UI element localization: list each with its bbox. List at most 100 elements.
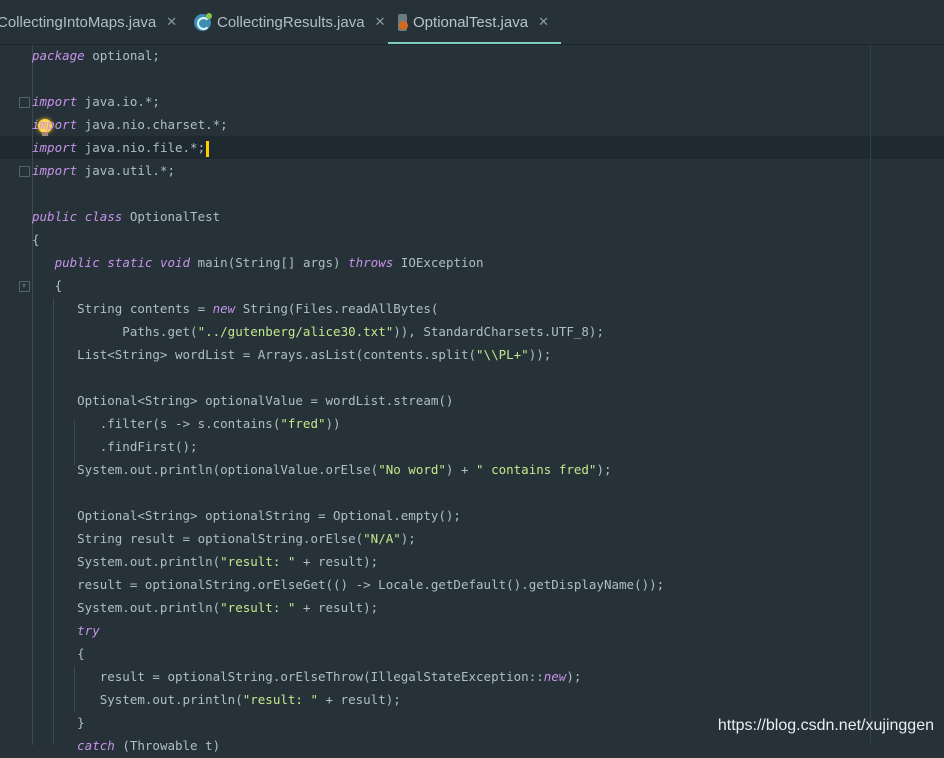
code-string: "result: "	[220, 554, 296, 569]
code-token: + result);	[317, 692, 401, 707]
code-token: java.nio.file.*;	[77, 140, 206, 155]
code-line[interactable]	[32, 182, 932, 205]
code-line[interactable]: System.out.println("result: " + result);	[32, 596, 932, 619]
code-line[interactable]: String contents = new String(Files.readA…	[32, 297, 932, 320]
code-line[interactable]: System.out.println("result: " + result);	[32, 550, 932, 573]
code-token: ) +	[445, 462, 477, 477]
code-string: "\\PL+"	[476, 347, 529, 362]
code-line[interactable]: Optional<String> optionalValue = wordLis…	[32, 389, 932, 412]
code-token: List<String> wordList = Arrays.asList(co…	[32, 347, 477, 362]
code-line[interactable]	[32, 366, 932, 389]
code-editor[interactable]: package optional; import java.io.*; import…	[0, 45, 944, 753]
code-token: );	[400, 531, 416, 546]
code-token: {	[32, 278, 63, 293]
code-line[interactable]: {	[32, 228, 932, 251]
code-line[interactable]: System.out.println(optionalValue.orElse(…	[32, 458, 932, 481]
code-line[interactable]: {	[32, 642, 932, 665]
code-line[interactable]: result = optionalString.orElseThrow(Ille…	[32, 665, 932, 688]
code-keyword: class	[84, 209, 123, 224]
code-string: "N/A"	[363, 531, 401, 546]
code-token: {	[32, 232, 40, 247]
code-line[interactable]: {	[32, 274, 932, 297]
code-token: String(Files.readAllBytes(	[235, 301, 439, 316]
code-line[interactable]: Paths.get("../gutenberg/alice30.txt")), …	[32, 320, 932, 343]
code-token: System.out.println(	[32, 600, 221, 615]
code-token: Optional<String> optionalString = Option…	[32, 508, 461, 523]
code-line[interactable]: public class OptionalTest	[32, 205, 932, 228]
code-keyword: package	[32, 48, 85, 63]
code-token: .filter(s -> s.contains(	[32, 416, 281, 431]
code-token: Optional<String> optionalValue = wordLis…	[32, 393, 454, 408]
code-line[interactable]: public static void main(String[] args) t…	[32, 251, 932, 274]
code-keyword: try	[77, 623, 100, 638]
code-keyword: new	[543, 669, 567, 684]
java-file-icon	[398, 13, 409, 31]
code-keyword: public	[32, 209, 78, 224]
tab-optional-test[interactable]: OptionalTest.java ✕	[388, 0, 561, 44]
code-token: String contents =	[32, 301, 213, 316]
code-keyword: new	[212, 301, 236, 316]
code-token: result = optionalString.orElseThrow(Ille…	[32, 669, 544, 684]
code-token: + result);	[295, 600, 379, 615]
code-line[interactable]: catch (Throwable t)	[32, 734, 932, 757]
fold-marker-icon[interactable]	[19, 97, 30, 108]
code-keyword: throws	[348, 255, 394, 270]
code-keyword: static	[107, 255, 153, 270]
code-line[interactable]: String result = optionalString.orElse("N…	[32, 527, 932, 550]
tab-collecting-into-maps[interactable]: CollectingIntoMaps.java ✕	[0, 0, 177, 44]
code-line[interactable]: import java.util.*;	[32, 159, 932, 182]
code-token: }	[32, 715, 85, 730]
code-line[interactable]	[32, 67, 932, 90]
code-line[interactable]: result = optionalString.orElseGet(() -> …	[32, 573, 932, 596]
code-token: java.io.*;	[77, 94, 160, 109]
code-text[interactable]: package optional; import java.io.*; import…	[0, 44, 944, 758]
code-token: ))	[325, 416, 341, 431]
code-keyword: import	[32, 94, 78, 109]
code-line[interactable]: import java.io.*;	[32, 90, 932, 113]
code-string: "fred"	[280, 416, 326, 431]
java-class-icon	[194, 12, 212, 31]
code-line[interactable]: Optional<String> optionalString = Option…	[32, 504, 932, 527]
code-line[interactable]: .filter(s -> s.contains("fred"))	[32, 412, 932, 435]
code-string: " contains fred"	[476, 462, 597, 477]
code-line[interactable]: package optional;	[32, 44, 932, 67]
code-line[interactable]: try	[32, 619, 932, 642]
close-tab-icon[interactable]: ✕	[375, 14, 386, 30]
tab-label: OptionalTest.java	[413, 13, 529, 31]
code-keyword: public	[54, 255, 100, 270]
text-caret	[206, 140, 210, 157]
fold-marker-icon[interactable]	[19, 281, 30, 292]
code-token: System.out.println(	[32, 554, 221, 569]
code-token: );	[596, 462, 612, 477]
fold-marker-icon[interactable]	[19, 166, 30, 177]
code-token: System.out.println(optionalValue.orElse(	[32, 462, 379, 477]
code-string: "No word"	[378, 462, 446, 477]
code-keyword: import	[32, 140, 78, 155]
code-token: )), StandardCharsets.UTF_8);	[393, 324, 604, 339]
close-tab-icon[interactable]: ✕	[166, 14, 177, 30]
code-keyword: import	[32, 117, 78, 132]
code-token: OptionalTest	[122, 209, 221, 224]
close-tab-icon[interactable]: ✕	[538, 14, 549, 30]
code-line[interactable]: import java.nio.charset.*;	[32, 113, 932, 136]
code-keyword: void	[159, 255, 191, 270]
code-token: System.out.println(	[32, 692, 243, 707]
code-string: "../gutenberg/alice30.txt"	[197, 324, 394, 339]
code-line[interactable]: System.out.println("result: " + result);	[32, 688, 932, 711]
code-line[interactable]: .findFirst();	[32, 435, 932, 458]
tab-collecting-results[interactable]: CollectingResults.java ✕	[194, 0, 385, 44]
code-token: optional;	[84, 48, 160, 63]
code-token: .findFirst();	[32, 439, 198, 454]
watermark: https://blog.csdn.net/xujinggen	[717, 717, 934, 734]
code-line[interactable]	[32, 481, 932, 504]
code-line[interactable]: List<String> wordList = Arrays.asList(co…	[32, 343, 932, 366]
code-token: Paths.get(	[32, 324, 198, 339]
code-token: IOException	[393, 255, 484, 270]
code-line[interactable]: import java.nio.file.*;	[0, 136, 944, 159]
tab-label: CollectingResults.java	[217, 13, 365, 31]
code-token: result = optionalString.orElseGet(() -> …	[32, 577, 665, 592]
